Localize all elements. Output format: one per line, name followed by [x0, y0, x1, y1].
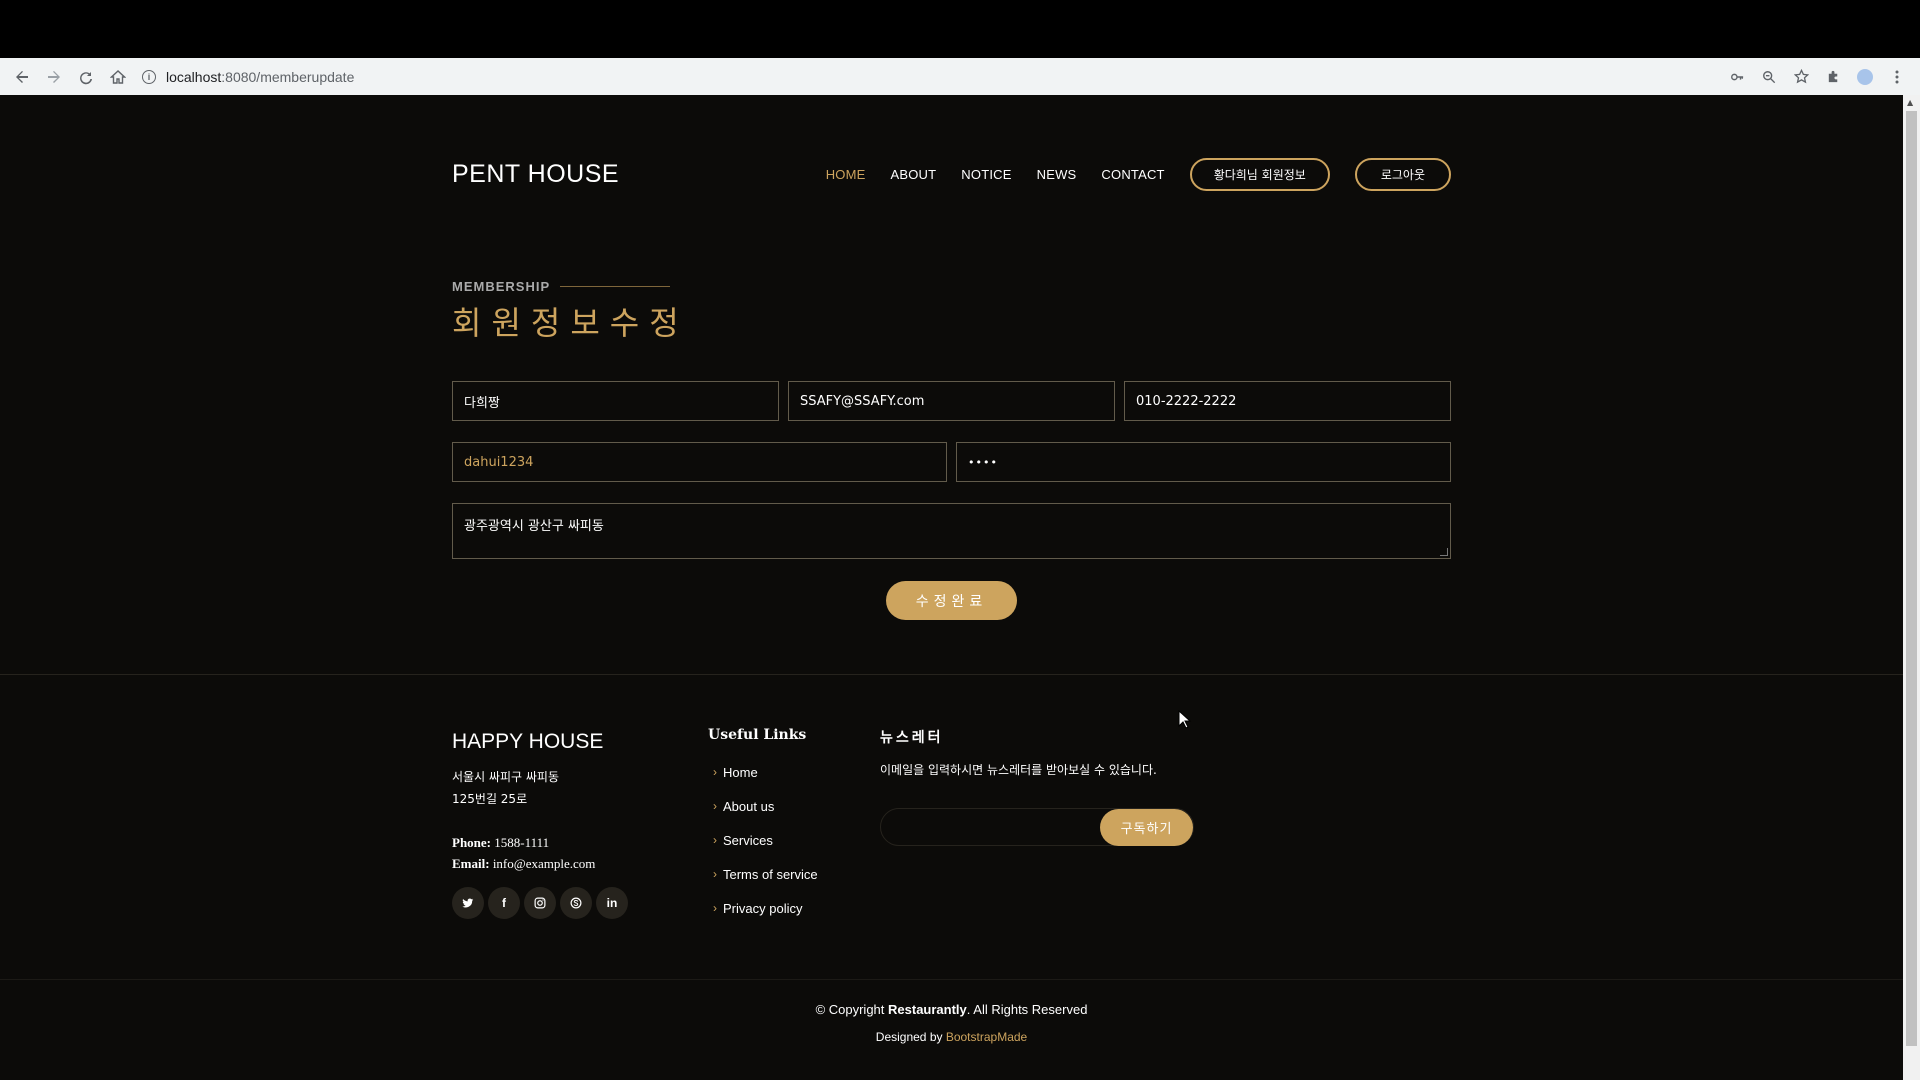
address-text: 광주광역시 광산구 싸피동: [464, 519, 604, 534]
name-input[interactable]: 다희짱: [452, 381, 779, 421]
page: PENT HOUSE HOME ABOUT NOTICE NEWS CONTAC…: [0, 95, 1903, 1080]
mouse-cursor-icon: [1178, 710, 1192, 729]
resize-handle[interactable]: [1440, 548, 1448, 556]
linkedin-icon[interactable]: in: [596, 887, 628, 919]
home-icon[interactable]: [102, 61, 134, 93]
password-input[interactable]: ••••: [956, 442, 1451, 482]
nav-contact[interactable]: CONTACT: [1101, 167, 1164, 182]
nav-home[interactable]: HOME: [826, 167, 866, 182]
skype-icon[interactable]: [560, 887, 592, 919]
menu-icon[interactable]: [1884, 64, 1910, 90]
address-textarea[interactable]: 광주광역시 광산구 싸피동: [452, 503, 1451, 559]
copyright-divider: [0, 979, 1903, 980]
footer-link-privacy[interactable]: › Privacy policy: [713, 891, 818, 925]
star-icon[interactable]: [1788, 64, 1814, 90]
newsletter-text: 이메일을 입력하시면 뉴스레터를 받아보실 수 있습니다.: [880, 763, 1157, 777]
footer-link-services[interactable]: › Services: [713, 823, 818, 857]
footer-link-terms[interactable]: › Terms of service: [713, 857, 818, 891]
zoom-icon[interactable]: [1756, 64, 1782, 90]
info-icon[interactable]: i: [142, 69, 156, 84]
useful-links-list: › Home › About us › Services › Terms of serv…: [713, 755, 818, 925]
divider: [560, 286, 671, 287]
page-scrollbar[interactable]: ▲: [1903, 95, 1920, 1080]
nav-about[interactable]: ABOUT: [891, 167, 937, 182]
section-subtitle: MEMBERSHIP: [452, 279, 689, 294]
main-nav: HOME ABOUT NOTICE NEWS CONTACT 황다희님 회원정보…: [801, 157, 1451, 191]
scrollbar-thumb[interactable]: [1906, 111, 1917, 1046]
chevron-right-icon: ›: [713, 867, 717, 881]
browser-toolbar: i localhost:8080/memberupdate: [0, 58, 1920, 95]
chevron-right-icon: ›: [713, 765, 717, 779]
chevron-right-icon: ›: [713, 833, 717, 847]
newsletter-form: 구독하기: [880, 808, 1194, 846]
extensions-icon[interactable]: [1820, 64, 1846, 90]
back-icon[interactable]: [6, 61, 38, 93]
url-text[interactable]: localhost:8080/memberupdate: [166, 69, 354, 85]
submit-button[interactable]: 수정완료: [886, 581, 1017, 620]
social-links: f in: [452, 887, 628, 919]
footer-link-home[interactable]: › Home: [713, 755, 818, 789]
twitter-icon[interactable]: [452, 887, 484, 919]
nav-notice[interactable]: NOTICE: [961, 167, 1011, 182]
chevron-right-icon: ›: [713, 901, 717, 915]
user-id-input[interactable]: dahui1234: [452, 442, 947, 482]
footer-link-about[interactable]: › About us: [713, 789, 818, 823]
email-input[interactable]: SSAFY@SSAFY.com: [788, 381, 1115, 421]
scroll-up-icon[interactable]: ▲: [1907, 98, 1913, 107]
key-icon[interactable]: [1724, 64, 1750, 90]
facebook-icon[interactable]: f: [488, 887, 520, 919]
page-title: 회원정보수정: [452, 304, 689, 342]
logout-button[interactable]: 로그아웃: [1354, 157, 1451, 191]
footer-contact: Phone: 1588-1111 Email: info@example.com: [452, 835, 596, 871]
chevron-right-icon: ›: [713, 799, 717, 813]
member-info-button[interactable]: 황다희님 회원정보: [1189, 157, 1330, 191]
section-title: MEMBERSHIP 회원정보수정: [452, 279, 689, 344]
instagram-icon[interactable]: [524, 887, 556, 919]
site-header: PENT HOUSE HOME ABOUT NOTICE NEWS CONTAC…: [452, 150, 1451, 198]
footer-brand: HAPPY HOUSE: [452, 730, 604, 753]
site-logo[interactable]: PENT HOUSE: [452, 160, 619, 189]
newsletter-email-input[interactable]: [881, 809, 1101, 845]
screen-top-bar: [0, 0, 1920, 58]
copyright-text: © Copyright Restaurantly. All Rights Res…: [815, 1002, 1088, 1017]
address-bar[interactable]: i localhost:8080/memberupdate: [142, 63, 1724, 91]
phone-input[interactable]: 010-2222-2222: [1124, 381, 1451, 421]
useful-links-title: Useful Links: [708, 727, 807, 743]
forward-icon[interactable]: [38, 61, 70, 93]
nav-news[interactable]: NEWS: [1037, 167, 1077, 182]
designed-by-text: Designed by BootstrapMade: [875, 1030, 1028, 1044]
subscribe-button[interactable]: 구독하기: [1100, 809, 1193, 846]
footer-address: 서울시 싸피구 싸피동 125번길 25로: [452, 770, 559, 806]
reload-icon[interactable]: [70, 61, 102, 93]
newsletter-title: 뉴스레터: [880, 730, 944, 746]
profile-icon[interactable]: [1852, 64, 1878, 90]
footer-divider: [0, 674, 1903, 675]
